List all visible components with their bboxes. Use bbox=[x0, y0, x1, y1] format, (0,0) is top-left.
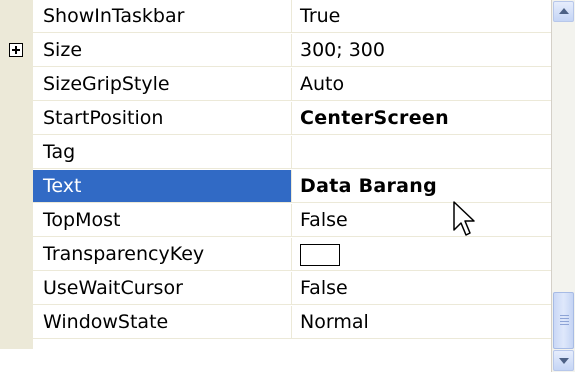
property-value[interactable]: False bbox=[292, 204, 551, 237]
scroll-down-button[interactable] bbox=[553, 350, 574, 371]
property-grid: ShowInTaskbar True Size 300; 300 SizeGri… bbox=[0, 0, 552, 372]
property-value[interactable] bbox=[292, 136, 551, 169]
property-value[interactable]: Data Barang bbox=[292, 170, 551, 203]
property-value[interactable]: 300; 300 bbox=[292, 34, 551, 67]
property-row-usewaitcursor[interactable]: UseWaitCursor False bbox=[0, 272, 551, 306]
scrollbar-thumb[interactable] bbox=[553, 292, 574, 349]
grip-line bbox=[560, 321, 569, 322]
property-name[interactable]: UseWaitCursor bbox=[33, 272, 292, 305]
property-name-selected[interactable]: Text bbox=[33, 170, 292, 203]
property-row-sizegripstyle[interactable]: SizeGripStyle Auto bbox=[0, 68, 551, 102]
color-swatch[interactable] bbox=[300, 244, 340, 266]
property-row-startposition[interactable]: StartPosition CenterScreen bbox=[0, 102, 551, 136]
property-name[interactable]: SizeGripStyle bbox=[33, 68, 292, 101]
property-value[interactable]: True bbox=[292, 0, 551, 33]
property-value[interactable]: Normal bbox=[292, 306, 551, 339]
property-value[interactable] bbox=[292, 238, 551, 271]
property-row-showintaskbar[interactable]: ShowInTaskbar True bbox=[0, 0, 551, 34]
property-grid-empty-area bbox=[0, 349, 551, 372]
chevron-up-icon bbox=[559, 8, 569, 14]
property-row-transparencykey[interactable]: TransparencyKey bbox=[0, 238, 551, 272]
chevron-down-icon bbox=[559, 358, 569, 364]
property-name[interactable]: Tag bbox=[33, 136, 292, 169]
property-value[interactable]: CenterScreen bbox=[292, 102, 551, 135]
scroll-up-button[interactable] bbox=[553, 1, 574, 22]
property-row-windowstate[interactable]: WindowState Normal bbox=[0, 306, 551, 340]
grip-line bbox=[560, 324, 569, 325]
property-name[interactable]: Size bbox=[33, 34, 292, 67]
expand-plus-icon[interactable] bbox=[9, 43, 23, 57]
property-name[interactable]: TransparencyKey bbox=[33, 238, 292, 271]
property-value[interactable]: False bbox=[292, 272, 551, 305]
grip-line bbox=[560, 318, 569, 319]
property-value[interactable]: Auto bbox=[292, 68, 551, 101]
property-name[interactable]: TopMost bbox=[33, 204, 292, 237]
property-row-size[interactable]: Size 300; 300 bbox=[0, 34, 551, 68]
grip-line bbox=[560, 315, 569, 316]
property-name[interactable]: ShowInTaskbar bbox=[33, 0, 292, 33]
property-name[interactable]: WindowState bbox=[33, 306, 292, 339]
mouse-pointer-icon bbox=[453, 201, 475, 236]
vertical-scrollbar[interactable] bbox=[552, 0, 575, 372]
property-name[interactable]: StartPosition bbox=[33, 102, 292, 135]
property-row-text[interactable]: Text Data Barang bbox=[0, 170, 551, 204]
property-row-tag[interactable]: Tag bbox=[0, 136, 551, 170]
